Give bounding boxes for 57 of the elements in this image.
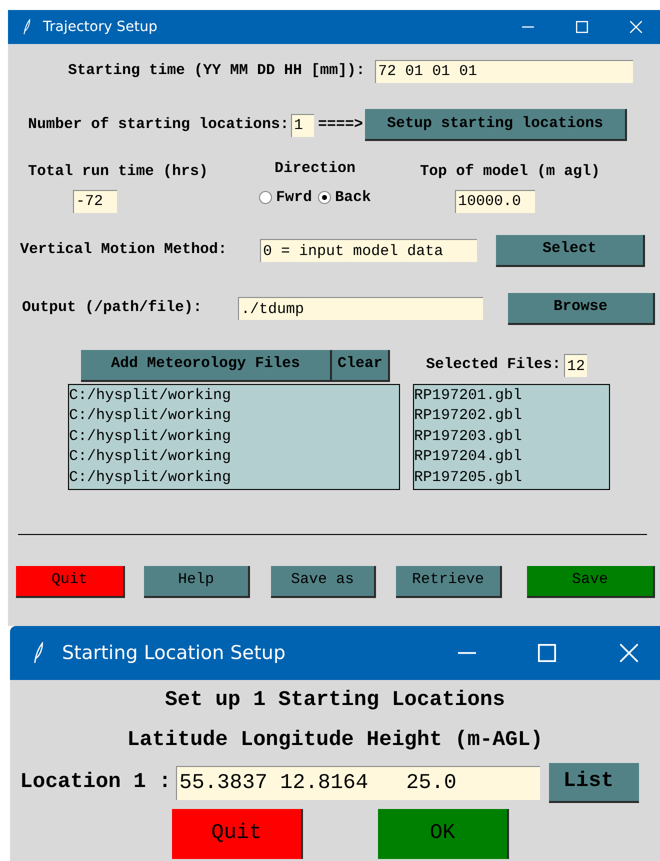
text-field[interactable]: 12 — [564, 354, 588, 377]
label: Direction — [274, 159, 356, 179]
action-button[interactable]: Save as — [271, 566, 376, 598]
label: Top of model (m agl) — [420, 162, 600, 182]
setup-button[interactable]: Setup starting locations — [365, 109, 628, 141]
heading: Set up 1 Starting Locations — [164, 688, 506, 714]
action-button[interactable]: Quit — [172, 809, 303, 859]
close-icon[interactable] — [620, 644, 638, 662]
text-field[interactable]: ./tdump — [238, 297, 484, 320]
radio-button[interactable] — [318, 191, 331, 204]
label: Selected Files: — [426, 355, 562, 376]
list-item[interactable]: RP197202.gbl — [414, 406, 609, 426]
window-title: Starting Location Setup — [62, 640, 286, 666]
text-field[interactable]: 55.3837 12.8164 25.0 — [176, 766, 540, 800]
label: Back — [335, 188, 372, 208]
list-item[interactable]: C:/hysplit/working — [69, 426, 399, 447]
window-title: Trajectory Setup — [43, 18, 158, 36]
columns-label: Latitude Longitude Height (m-AGL) — [127, 728, 543, 754]
text-field[interactable]: 1 — [291, 114, 314, 136]
label: Total run time (hrs) — [28, 162, 208, 182]
feather-icon — [32, 642, 44, 664]
browse-button[interactable]: Browse — [508, 292, 656, 324]
label: Vertical Motion Method: — [20, 240, 228, 260]
file-list[interactable]: RP197201.gbl RP197202.gbl RP197203.gbl RP197204.gbl RP197205.gbl — [413, 384, 610, 490]
list-item[interactable]: RP197203.gbl — [414, 426, 609, 447]
radio-button[interactable] — [258, 191, 272, 204]
label: Fwrd — [276, 188, 312, 208]
list-item[interactable]: RP197201.gbl — [414, 386, 609, 406]
label: Number of starting locations: — [28, 114, 290, 135]
text-field[interactable]: 0 = input model data — [260, 239, 478, 262]
clear-button[interactable]: Clear — [332, 350, 390, 382]
label: Starting time (YY MM DD HH [mm]): — [68, 60, 366, 81]
maximize-icon[interactable] — [576, 21, 588, 33]
close-icon[interactable] — [630, 21, 642, 33]
action-button[interactable]: Save — [527, 566, 655, 598]
list-button[interactable]: List — [549, 763, 640, 803]
add-files-button[interactable]: Add Meteorology Files — [81, 350, 332, 382]
text-field[interactable]: 72 01 01 01 — [375, 60, 634, 82]
list-item[interactable]: C:/hysplit/working — [69, 468, 399, 488]
feather-icon — [22, 19, 31, 35]
action-button[interactable]: Help — [144, 566, 250, 598]
list-item[interactable]: RP197205.gbl — [414, 468, 609, 488]
select-button[interactable]: Select — [496, 234, 646, 266]
text-field[interactable]: -72 — [73, 190, 117, 212]
list-item[interactable]: RP197204.gbl — [414, 447, 609, 468]
text-field[interactable]: 10000.0 — [455, 190, 535, 212]
action-button[interactable]: Quit — [16, 566, 125, 598]
maximize-icon[interactable] — [538, 644, 556, 662]
label: Location 1 : — [20, 770, 172, 796]
list-item[interactable]: C:/hysplit/working — [69, 406, 399, 426]
list-item[interactable]: C:/hysplit/working — [69, 447, 399, 468]
list-item[interactable]: C:/hysplit/working — [69, 386, 399, 406]
action-button[interactable]: OK — [378, 809, 509, 859]
directory-list[interactable]: C:/hysplit/working C:/hysplit/working C:/hysplit/working C:/hysplit/working C:/hysplit/working — [68, 384, 400, 490]
label: Output (/path/file): — [22, 298, 202, 318]
arrow-label: ====> — [318, 114, 364, 135]
action-button[interactable]: Retrieve — [396, 566, 502, 598]
